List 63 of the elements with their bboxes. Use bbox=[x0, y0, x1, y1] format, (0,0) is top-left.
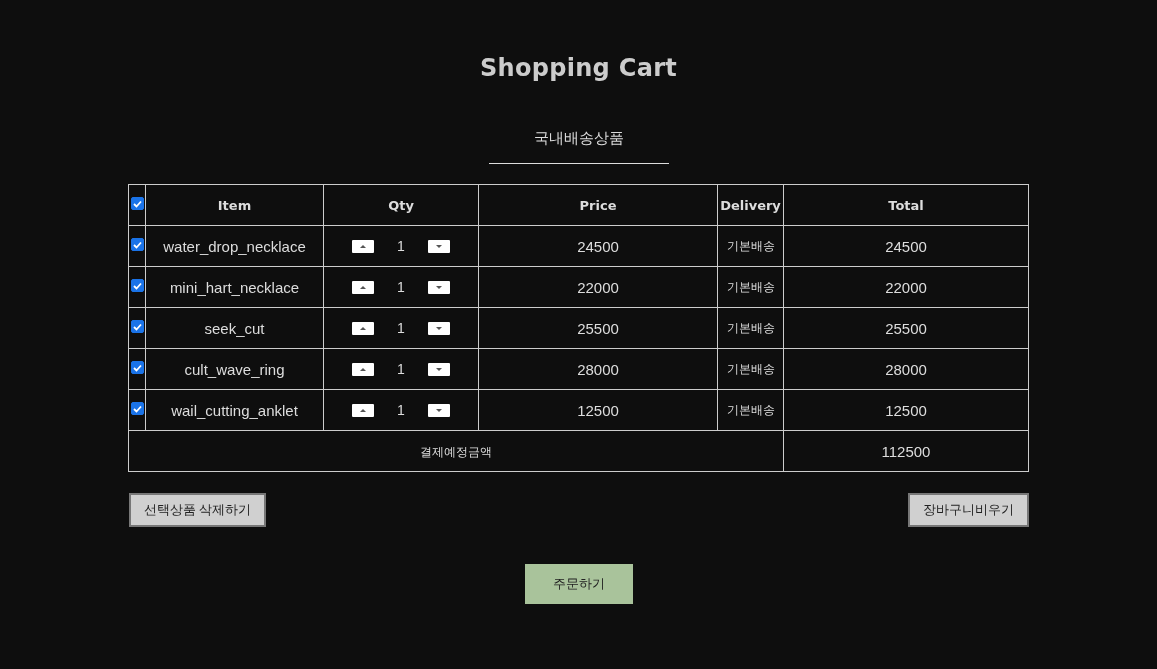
delete-selected-button[interactable]: 선택상품 삭제하기 bbox=[128, 493, 267, 527]
down-triangle-icon bbox=[436, 408, 442, 412]
item-name-cell: cult_wave_ring bbox=[145, 348, 324, 390]
price-cell: 28000 bbox=[478, 348, 718, 390]
quantity-value: 1 bbox=[396, 279, 406, 295]
price-cell: 24500 bbox=[478, 225, 718, 267]
down-triangle-icon bbox=[436, 326, 442, 330]
item-name-cell: mini_hart_necklace bbox=[145, 266, 324, 308]
decrease-button[interactable] bbox=[428, 280, 450, 294]
decrease-button[interactable] bbox=[428, 321, 450, 335]
quantity-value: 1 bbox=[396, 361, 406, 377]
item-name-cell: water_drop_necklace bbox=[145, 225, 324, 267]
price-cell: 22000 bbox=[478, 266, 718, 308]
decrease-button[interactable] bbox=[428, 239, 450, 253]
item-name-cell: seek_cut bbox=[145, 307, 324, 349]
increase-button[interactable] bbox=[352, 321, 374, 335]
up-triangle-icon bbox=[360, 408, 366, 412]
total-cell: 28000 bbox=[783, 348, 1029, 390]
page-title: Shopping Cart bbox=[479, 54, 678, 82]
up-triangle-icon bbox=[360, 326, 366, 330]
down-triangle-icon bbox=[436, 244, 442, 248]
column-header: Qty bbox=[323, 184, 479, 226]
section-tab[interactable]: 국내배송상품 bbox=[488, 129, 669, 164]
clear-cart-button[interactable]: 장바구니비우기 bbox=[907, 493, 1029, 527]
checkbox[interactable] bbox=[131, 320, 144, 333]
column-header: Total bbox=[783, 184, 1029, 226]
column-header: Delivery bbox=[717, 184, 784, 226]
decrease-button[interactable] bbox=[428, 403, 450, 417]
checkbox[interactable] bbox=[131, 402, 144, 415]
total-cell: 12500 bbox=[783, 389, 1029, 431]
total-cell: 25500 bbox=[783, 307, 1029, 349]
column-header: Price bbox=[478, 184, 718, 226]
checkbox[interactable] bbox=[131, 197, 144, 210]
delivery-cell: 기본배송 bbox=[717, 307, 784, 349]
up-triangle-icon bbox=[360, 244, 366, 248]
order-button[interactable]: 주문하기 bbox=[524, 564, 633, 604]
up-triangle-icon bbox=[360, 367, 366, 371]
checkbox[interactable] bbox=[131, 279, 144, 292]
increase-button[interactable] bbox=[352, 239, 374, 253]
price-cell: 25500 bbox=[478, 307, 718, 349]
summary-total-cell: 112500 bbox=[783, 430, 1029, 472]
summary-label: 결제예정금액 bbox=[420, 444, 492, 459]
checkbox[interactable] bbox=[131, 361, 144, 374]
quantity-value: 1 bbox=[396, 320, 406, 336]
down-triangle-icon bbox=[436, 285, 442, 289]
quantity-value: 1 bbox=[396, 402, 406, 418]
delivery-cell: 기본배송 bbox=[717, 225, 784, 267]
down-triangle-icon bbox=[436, 367, 442, 371]
price-cell: 12500 bbox=[478, 389, 718, 431]
increase-button[interactable] bbox=[352, 403, 374, 417]
checkbox[interactable] bbox=[131, 238, 144, 251]
delivery-cell: 기본배송 bbox=[717, 389, 784, 431]
total-cell: 24500 bbox=[783, 225, 1029, 267]
delivery-cell: 기본배송 bbox=[717, 348, 784, 390]
column-header: Item bbox=[145, 184, 324, 226]
increase-button[interactable] bbox=[352, 280, 374, 294]
delivery-cell: 기본배송 bbox=[717, 266, 784, 308]
item-name-cell: wail_cutting_anklet bbox=[145, 389, 324, 431]
decrease-button[interactable] bbox=[428, 362, 450, 376]
up-triangle-icon bbox=[360, 285, 366, 289]
total-cell: 22000 bbox=[783, 266, 1029, 308]
quantity-value: 1 bbox=[396, 238, 406, 254]
increase-button[interactable] bbox=[352, 362, 374, 376]
